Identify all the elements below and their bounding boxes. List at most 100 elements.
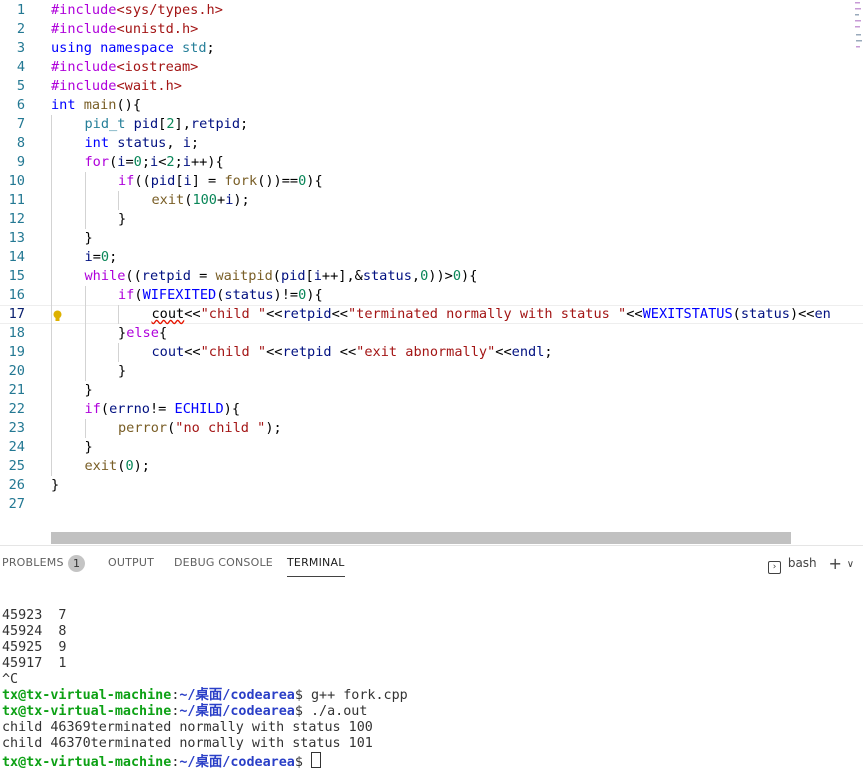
code-text: #include<wait.h>	[51, 78, 182, 94]
code-text: perror("no child ");	[118, 420, 282, 436]
line-number: 22	[8, 401, 25, 417]
terminal-line: child 46370terminated normally with stat…	[2, 736, 373, 751]
terminal-output[interactable]: 45923 7 45924 8 45925 9 45917 1 ^C tx@tx-virt…	[2, 592, 862, 770]
tab-terminal[interactable]: TERMINAL	[287, 556, 345, 577]
indent-guide	[51, 115, 52, 134]
tab-output[interactable]: OUTPUT	[108, 556, 154, 576]
terminal-line: ^C	[2, 672, 19, 687]
lightbulb-icon[interactable]	[53, 309, 62, 321]
line-number: 5	[16, 78, 25, 94]
bottom-panel: PROBLEMS 1 OUTPUT DEBUG CONSOLE TERMINAL…	[0, 545, 863, 770]
terminal-controls: › bash + ∨	[768, 554, 854, 574]
indent-guide	[51, 229, 52, 248]
code-line[interactable]: 13}	[0, 229, 863, 248]
code-line[interactable]: 4 #include<iostream>	[0, 58, 863, 77]
line-number: 9	[16, 154, 25, 170]
prompt-command: g++ fork.cpp	[310, 688, 408, 703]
code-text: exit(0);	[84, 458, 151, 474]
code-text: }	[118, 211, 127, 227]
prompt-sign: $	[294, 755, 311, 770]
code-editor[interactable]: 1 #include<sys/types.h> 2 #include<unistd.h…	[0, 0, 863, 545]
indent-guide	[51, 362, 52, 381]
indent-guide	[51, 210, 52, 229]
line-number: 17	[8, 306, 25, 322]
code-line[interactable]: 19 cout<<"child "<<retpid <<"exit abnorma…	[0, 343, 863, 362]
code-line[interactable]: 23 perror("no child ");	[0, 419, 863, 438]
prompt-user: tx@tx-virtual-machine	[2, 688, 172, 703]
indent-guide	[84, 210, 86, 229]
code-line[interactable]: 1 #include<sys/types.h>	[0, 1, 863, 20]
terminal-icon: ›	[768, 561, 781, 574]
indent-guide	[51, 134, 52, 153]
code-line[interactable]: 14 i=0;	[0, 248, 863, 267]
code-text: exit(100+i);	[151, 192, 250, 208]
code-line[interactable]: 5 #include<wait.h>	[0, 77, 863, 96]
terminal-line: 45924 8	[2, 624, 67, 639]
indent-guide	[84, 343, 86, 362]
indent-guide	[51, 153, 52, 172]
panel-tabs: PROBLEMS 1 OUTPUT DEBUG CONSOLE TERMINAL…	[0, 546, 863, 581]
code-line[interactable]: 22 if(errno!= ECHILD){	[0, 400, 863, 419]
prompt-sign: $	[294, 704, 311, 719]
code-line[interactable]: 24}	[0, 438, 863, 457]
prompt-sign: $	[294, 688, 311, 703]
prompt-path: ~/桌面/codearea	[179, 755, 295, 770]
indent-guide	[51, 191, 52, 210]
code-text: }	[84, 439, 93, 455]
terminal-line: 45917 1	[2, 656, 67, 671]
code-line[interactable]: 15 while((retpid = waitpid(pid[i++],&stat…	[0, 267, 863, 286]
code-line[interactable]: 18}else{	[0, 324, 863, 343]
indent-guide	[118, 305, 119, 324]
line-number: 21	[8, 382, 25, 398]
code-line[interactable]: 7 pid_t pid[2],retpid;	[0, 115, 863, 134]
code-line[interactable]: 2 #include<unistd.h>	[0, 20, 863, 39]
code-line[interactable]: 25 exit(0);	[0, 457, 863, 476]
code-text: using namespace std;	[51, 40, 215, 56]
line-number: 7	[16, 116, 25, 132]
code-text: #include<iostream>	[51, 59, 199, 75]
code-line[interactable]: 11 exit(100+i);	[0, 191, 863, 210]
code-text: if(WIFEXITED(status)!=0){	[118, 287, 323, 303]
line-number: 23	[8, 420, 25, 436]
line-number: 27	[8, 496, 25, 512]
add-terminal-icon[interactable]: +	[828, 554, 841, 573]
code-line[interactable]: 12}	[0, 210, 863, 229]
code-line[interactable]: 9 for(i=0;i<2;i++){	[0, 153, 863, 172]
code-line[interactable]: 6 int main(){	[0, 96, 863, 115]
code-line[interactable]: 21}	[0, 381, 863, 400]
code-line[interactable]: 10 if((pid[i] = fork())==0){	[0, 172, 863, 191]
indent-guide	[51, 381, 52, 400]
terminal-line: tx@tx-virtual-machine:~/桌面/codearea$ ./a…	[2, 704, 862, 720]
terminal-line: 45925 9	[2, 640, 67, 655]
tab-debug-console[interactable]: DEBUG CONSOLE	[174, 556, 273, 576]
line-number: 24	[8, 439, 25, 455]
indent-guide	[118, 343, 119, 362]
code-line[interactable]: 8 int status, i;	[0, 134, 863, 153]
code-line[interactable]: 26}	[0, 476, 863, 495]
line-number: 20	[8, 363, 25, 379]
indent-guide	[84, 191, 86, 210]
shell-selector[interactable]: bash	[788, 556, 817, 570]
line-number: 1	[16, 2, 25, 18]
code-line[interactable]: 27	[0, 495, 863, 514]
chevron-down-icon[interactable]: ∨	[847, 559, 854, 570]
code-text: pid_t pid[2],retpid;	[84, 116, 249, 132]
line-number: 4	[16, 59, 25, 75]
indent-guide	[51, 248, 52, 267]
code-line[interactable]: 17 cout<<"child "<<retpid<<"terminated no…	[0, 305, 863, 324]
line-number: 25	[8, 458, 25, 474]
code-line[interactable]: 3 using namespace std;	[0, 39, 863, 58]
line-number: 18	[8, 325, 25, 341]
code-text: for(i=0;i<2;i++){	[84, 154, 224, 170]
minimap[interactable]	[853, 0, 863, 60]
indent-guide	[118, 191, 119, 210]
code-text: int status, i;	[84, 135, 200, 151]
code-line[interactable]: 16 if(WIFEXITED(status)!=0){	[0, 286, 863, 305]
code-line[interactable]: 20}	[0, 362, 863, 381]
indent-guide	[51, 343, 52, 362]
code-text: if((pid[i] = fork())==0){	[118, 173, 323, 189]
prompt-user: tx@tx-virtual-machine	[2, 704, 172, 719]
problems-count-badge: 1	[68, 555, 85, 572]
horizontal-scrollbar[interactable]	[51, 532, 791, 544]
tab-problems[interactable]: PROBLEMS	[2, 556, 64, 576]
